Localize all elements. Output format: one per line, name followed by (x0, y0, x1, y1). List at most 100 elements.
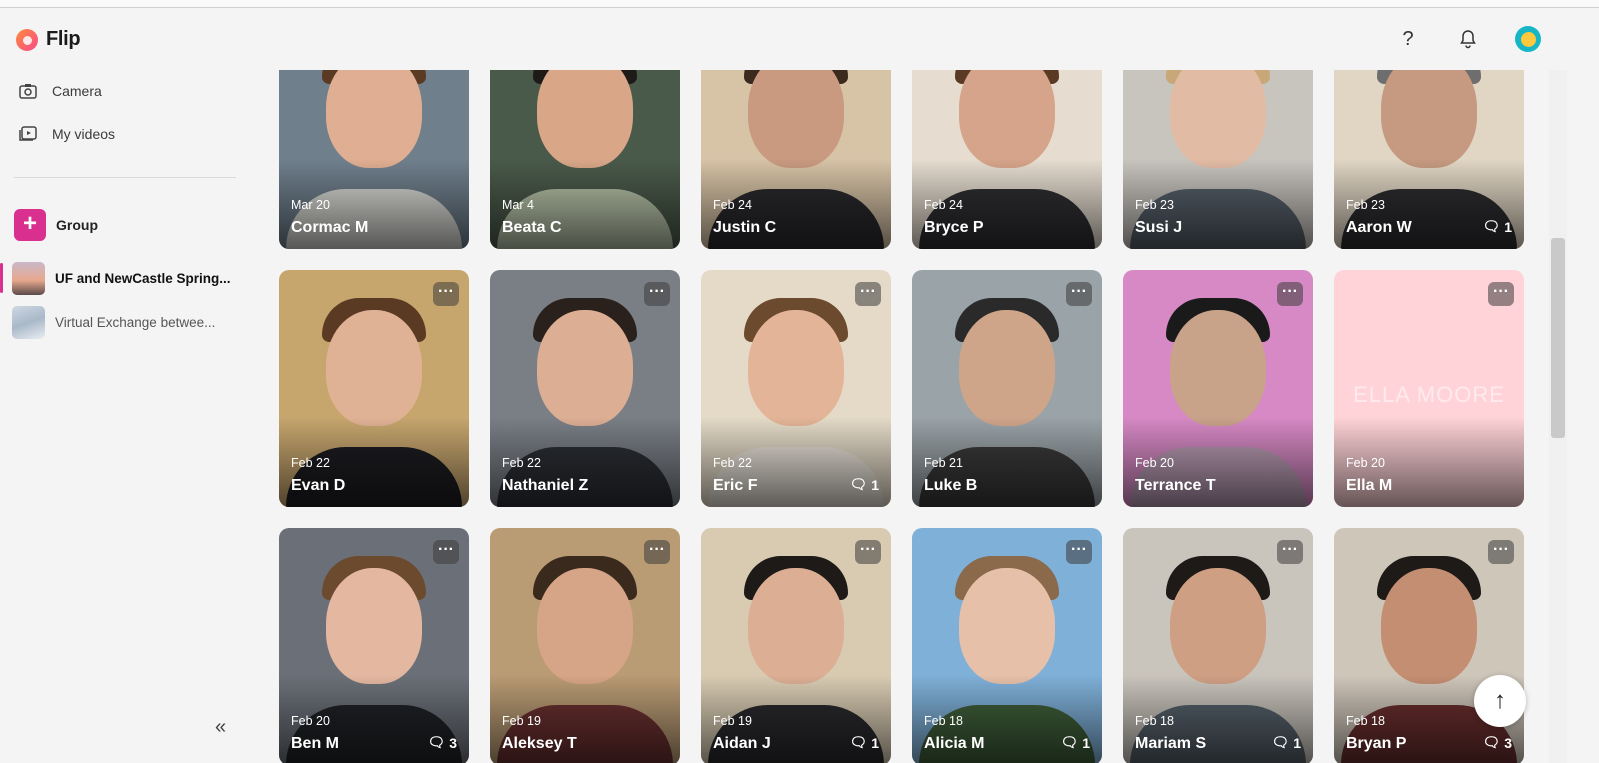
video-author: Aleksey T (502, 735, 577, 752)
collapse-sidebar-icon[interactable]: « (215, 716, 226, 739)
video-card[interactable]: ··· Feb 20 Terrance T (1123, 270, 1313, 507)
comment-count[interactable]: 🗨 1 (1271, 734, 1301, 751)
more-options-icon[interactable]: ··· (644, 540, 670, 564)
video-card[interactable]: ··· Feb 18 Bryan P 🗨 3 (1334, 528, 1524, 763)
video-card[interactable]: Feb 23 Aaron W 🗨 1 (1334, 70, 1524, 249)
video-thumbnail-face (1381, 568, 1477, 684)
user-avatar[interactable] (1515, 26, 1541, 52)
video-date: Feb 20 (1346, 456, 1385, 470)
video-thumbnail-face (1381, 70, 1477, 168)
sidebar-group-item[interactable]: Virtual Exchange betwee... (0, 303, 254, 341)
comment-count[interactable]: 🗨 3 (427, 734, 457, 751)
video-thumbnail-face (748, 70, 844, 168)
comment-count[interactable]: 🗨 1 (1482, 218, 1512, 235)
more-options-icon[interactable]: ··· (644, 282, 670, 306)
more-options-icon[interactable]: ··· (1277, 282, 1303, 306)
more-options-icon[interactable]: ··· (1488, 540, 1514, 564)
sidebar-group-item[interactable]: UF and NewCastle Spring... (0, 259, 254, 297)
more-options-icon[interactable]: ··· (1488, 282, 1514, 306)
video-thumbnail-face (1170, 70, 1266, 168)
video-date: Mar 20 (291, 198, 330, 212)
video-date: Feb 22 (291, 456, 330, 470)
plus-icon: + (14, 209, 46, 241)
video-card[interactable]: Feb 23 Susi J (1123, 70, 1313, 249)
video-card[interactable]: Mar 4 Beata C (490, 70, 680, 249)
video-overlay-text: ELLA MOORE (1353, 382, 1505, 407)
video-date: Feb 18 (1135, 714, 1174, 728)
video-date: Feb 18 (1346, 714, 1385, 728)
video-card[interactable]: ··· Feb 21 Luke B (912, 270, 1102, 507)
more-options-icon[interactable]: ··· (1066, 540, 1092, 564)
comment-icon: 🗨 (1271, 734, 1290, 750)
video-author: Evan D (291, 477, 346, 494)
add-group-button[interactable]: + Group (14, 209, 98, 241)
comment-icon: 🗨 (1482, 734, 1501, 750)
video-date: Feb 18 (924, 714, 963, 728)
comment-icon: 🗨 (1482, 218, 1501, 234)
video-library-icon (18, 125, 38, 143)
video-thumbnail-face (537, 568, 633, 684)
video-date: Feb 23 (1346, 198, 1385, 212)
video-card[interactable]: ··· Feb 22 Nathaniel Z (490, 270, 680, 507)
more-options-icon[interactable]: ··· (855, 282, 881, 306)
scroll-to-top-button[interactable]: ↑ (1474, 675, 1526, 727)
sidebar-item-camera[interactable]: Camera (18, 82, 102, 100)
comment-count[interactable]: 🗨 1 (849, 476, 879, 493)
video-author: Bryce P (924, 219, 984, 236)
video-card[interactable]: ··· Feb 22 Evan D (279, 270, 469, 507)
group-name: UF and NewCastle Spring... (55, 270, 231, 286)
video-card[interactable]: ELLA MOORE ··· Feb 20 Ella M (1334, 270, 1524, 507)
scrollbar-thumb[interactable] (1551, 238, 1565, 438)
more-options-icon[interactable]: ··· (433, 282, 459, 306)
video-author: Aidan J (713, 735, 771, 752)
sidebar: Camera My videos + Group UF and NewCastl… (0, 70, 254, 763)
more-options-icon[interactable]: ··· (1066, 282, 1092, 306)
video-thumbnail-face (959, 70, 1055, 168)
video-date: Feb 22 (713, 456, 752, 470)
app-name: Flip (46, 28, 81, 50)
comment-count-value: 3 (449, 734, 457, 751)
video-thumbnail-face (1170, 568, 1266, 684)
video-date: Feb 23 (1135, 198, 1174, 212)
video-author: Alicia M (924, 735, 985, 752)
video-date: Feb 19 (502, 714, 541, 728)
comment-count[interactable]: 🗨 1 (1060, 734, 1090, 751)
video-date: Feb 24 (713, 198, 752, 212)
comment-count[interactable]: 🗨 1 (849, 734, 879, 751)
more-options-icon[interactable]: ··· (1277, 540, 1303, 564)
video-author: Terrance T (1135, 477, 1216, 494)
video-thumbnail-face (326, 568, 422, 684)
video-author: Luke B (924, 477, 978, 494)
sidebar-item-my-videos[interactable]: My videos (18, 125, 115, 143)
video-card[interactable]: ··· Feb 22 Eric F 🗨 1 (701, 270, 891, 507)
video-card[interactable]: ··· Feb 18 Alicia M 🗨 1 (912, 528, 1102, 763)
video-card[interactable]: ··· Feb 19 Aleksey T (490, 528, 680, 763)
video-date: Feb 24 (924, 198, 963, 212)
video-card[interactable]: Feb 24 Bryce P (912, 70, 1102, 249)
video-author: Nathaniel Z (502, 477, 589, 494)
comment-count-value: 1 (871, 734, 879, 751)
video-thumbnail-face (537, 310, 633, 426)
more-options-icon[interactable]: ··· (855, 540, 881, 564)
video-author: Eric F (713, 477, 758, 494)
group-name: Virtual Exchange betwee... (55, 314, 216, 330)
video-card[interactable]: ··· Feb 18 Mariam S 🗨 1 (1123, 528, 1313, 763)
bell-icon[interactable] (1455, 26, 1481, 52)
video-card[interactable]: Feb 24 Justin C (701, 70, 891, 249)
video-card[interactable]: Mar 20 Cormac M (279, 70, 469, 249)
video-grid: Mar 20 Cormac M Mar 4 Beata C Feb 24 Jus… (279, 70, 1524, 763)
video-card[interactable]: ··· Feb 19 Aidan J 🗨 1 (701, 528, 891, 763)
video-date: Mar 4 (502, 198, 534, 212)
video-thumbnail-face (537, 70, 633, 168)
more-options-icon[interactable]: ··· (433, 540, 459, 564)
flip-logo[interactable]: Flip (16, 28, 81, 51)
comment-count[interactable]: 🗨 3 (1482, 734, 1512, 751)
emoji-avatar-icon (1520, 31, 1536, 47)
video-author: Bryan P (1346, 735, 1407, 752)
video-date: Feb 19 (713, 714, 752, 728)
group-label: Group (56, 217, 98, 233)
video-card[interactable]: ··· Feb 20 Ben M 🗨 3 (279, 528, 469, 763)
comment-count-value: 3 (1504, 734, 1512, 751)
header-actions: ? (1395, 26, 1541, 52)
question-mark-icon[interactable]: ? (1395, 26, 1421, 52)
